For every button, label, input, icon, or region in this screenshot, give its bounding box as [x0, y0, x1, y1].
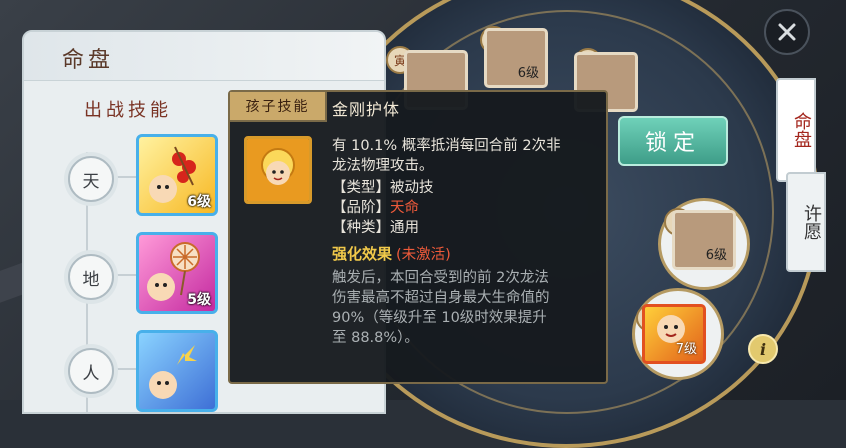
close-icon [778, 23, 796, 41]
skill-level: 5级 [187, 292, 211, 308]
tooltip-type-label: 【类型】 [332, 180, 390, 196]
wheel-tile[interactable]: 6级 [672, 210, 736, 270]
tooltip-enhance-status: (未激活) [396, 247, 451, 263]
tile-level: 7级 [675, 342, 697, 357]
windmill-icon [149, 345, 197, 399]
tooltip-desc-line2: 龙法物理攻击。 [332, 158, 434, 174]
tooltip-enhance-title: 强化效果 [332, 245, 393, 263]
lock-button[interactable]: 锁定 [618, 116, 728, 166]
wheel-tile[interactable]: 6级 [484, 28, 548, 88]
tab-destiny[interactable]: 命盘 [776, 78, 816, 182]
panel-header: 命盘 [24, 32, 384, 81]
tooltip-enhance-line4: 至 88.8%）。 [332, 330, 419, 346]
golden-guardian-icon [247, 139, 309, 201]
tooltip-desc-line1: 有 10.1% 概率抵消每回合前 2次非 [332, 138, 561, 154]
tab-wish[interactable]: 许愿 [786, 172, 826, 272]
tooltip-kind-label: 【种类】 [332, 220, 390, 236]
slot-di[interactable]: 地 [68, 254, 114, 300]
tooltip-skill-name: 金刚护体 [332, 100, 401, 119]
tile-level: 6级 [705, 248, 727, 263]
tile-level: 6级 [517, 66, 539, 81]
skill-card-di[interactable]: 5级 [136, 232, 218, 314]
info-button[interactable]: i [748, 334, 778, 364]
tooltip-grade-label: 【品阶】 [332, 200, 390, 216]
skill-tooltip: 孩子技能 金刚护体 有 10.1% 概率抵消每回合前 2次非 龙法物理攻击。 【… [228, 90, 608, 384]
skill-level: 6级 [187, 194, 211, 210]
wheel-tile-child[interactable]: 7级 [642, 304, 706, 364]
tooltip-type-value: 被动技 [390, 180, 434, 196]
tooltip-skill-icon [244, 136, 312, 204]
slot-ren[interactable]: 人 [68, 348, 114, 394]
tooltip-badge: 孩子技能 [230, 92, 327, 122]
slot-tian[interactable]: 天 [68, 156, 114, 202]
tooltip-enhance-line1: 触发后，本回合受到的前 2次龙法 [332, 270, 549, 286]
tooltip-kind-value: 通用 [390, 220, 419, 236]
tooltip-grade-value: 天命 [390, 200, 419, 216]
tooltip-enhance-line2: 伤害最高不超过自身最大生命值的 [332, 290, 550, 306]
skill-card-tian[interactable]: 6级 [136, 134, 218, 216]
close-button[interactable] [764, 9, 810, 55]
battle-skills-title: 出战技能 [84, 100, 172, 121]
panel-title: 命盘 [62, 48, 115, 73]
tooltip-enhance-line3: 90%（等级升至 10级时效果提升 [332, 310, 547, 326]
